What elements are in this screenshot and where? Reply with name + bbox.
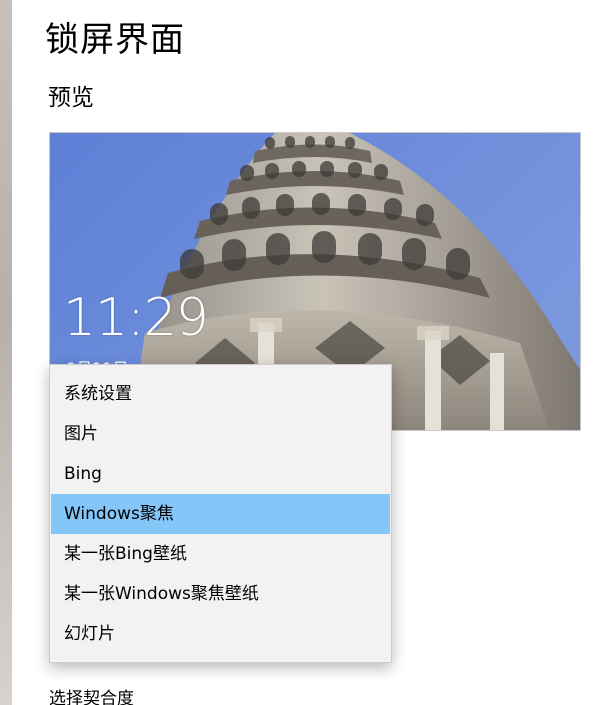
- preview-heading: 预览: [48, 85, 94, 111]
- option-system-settings[interactable]: 系统设置: [50, 374, 391, 414]
- choose-fit-label: 选择契合度: [49, 689, 134, 705]
- option-slideshow[interactable]: 幻灯片: [50, 614, 391, 654]
- page-title: 锁屏界面: [45, 20, 185, 60]
- option-windows-spotlight[interactable]: Windows聚焦: [51, 494, 390, 534]
- option-single-spotlight-wallpaper[interactable]: 某一张Windows聚焦壁纸: [50, 574, 391, 614]
- settings-window: 锁屏界面 预览 11:29 系统设置 图片 Bing Windows聚焦 某一张…: [0, 0, 614, 705]
- option-single-bing-wallpaper[interactable]: 某一张Bing壁纸: [50, 534, 391, 574]
- option-bing[interactable]: Bing: [50, 454, 391, 494]
- left-edge-strip: [0, 0, 12, 705]
- lock-screen-time: 11:29: [63, 288, 209, 348]
- option-picture[interactable]: 图片: [50, 414, 391, 454]
- background-dropdown-list[interactable]: 系统设置 图片 Bing Windows聚焦 某一张Bing壁纸 某一张Wind…: [49, 364, 392, 663]
